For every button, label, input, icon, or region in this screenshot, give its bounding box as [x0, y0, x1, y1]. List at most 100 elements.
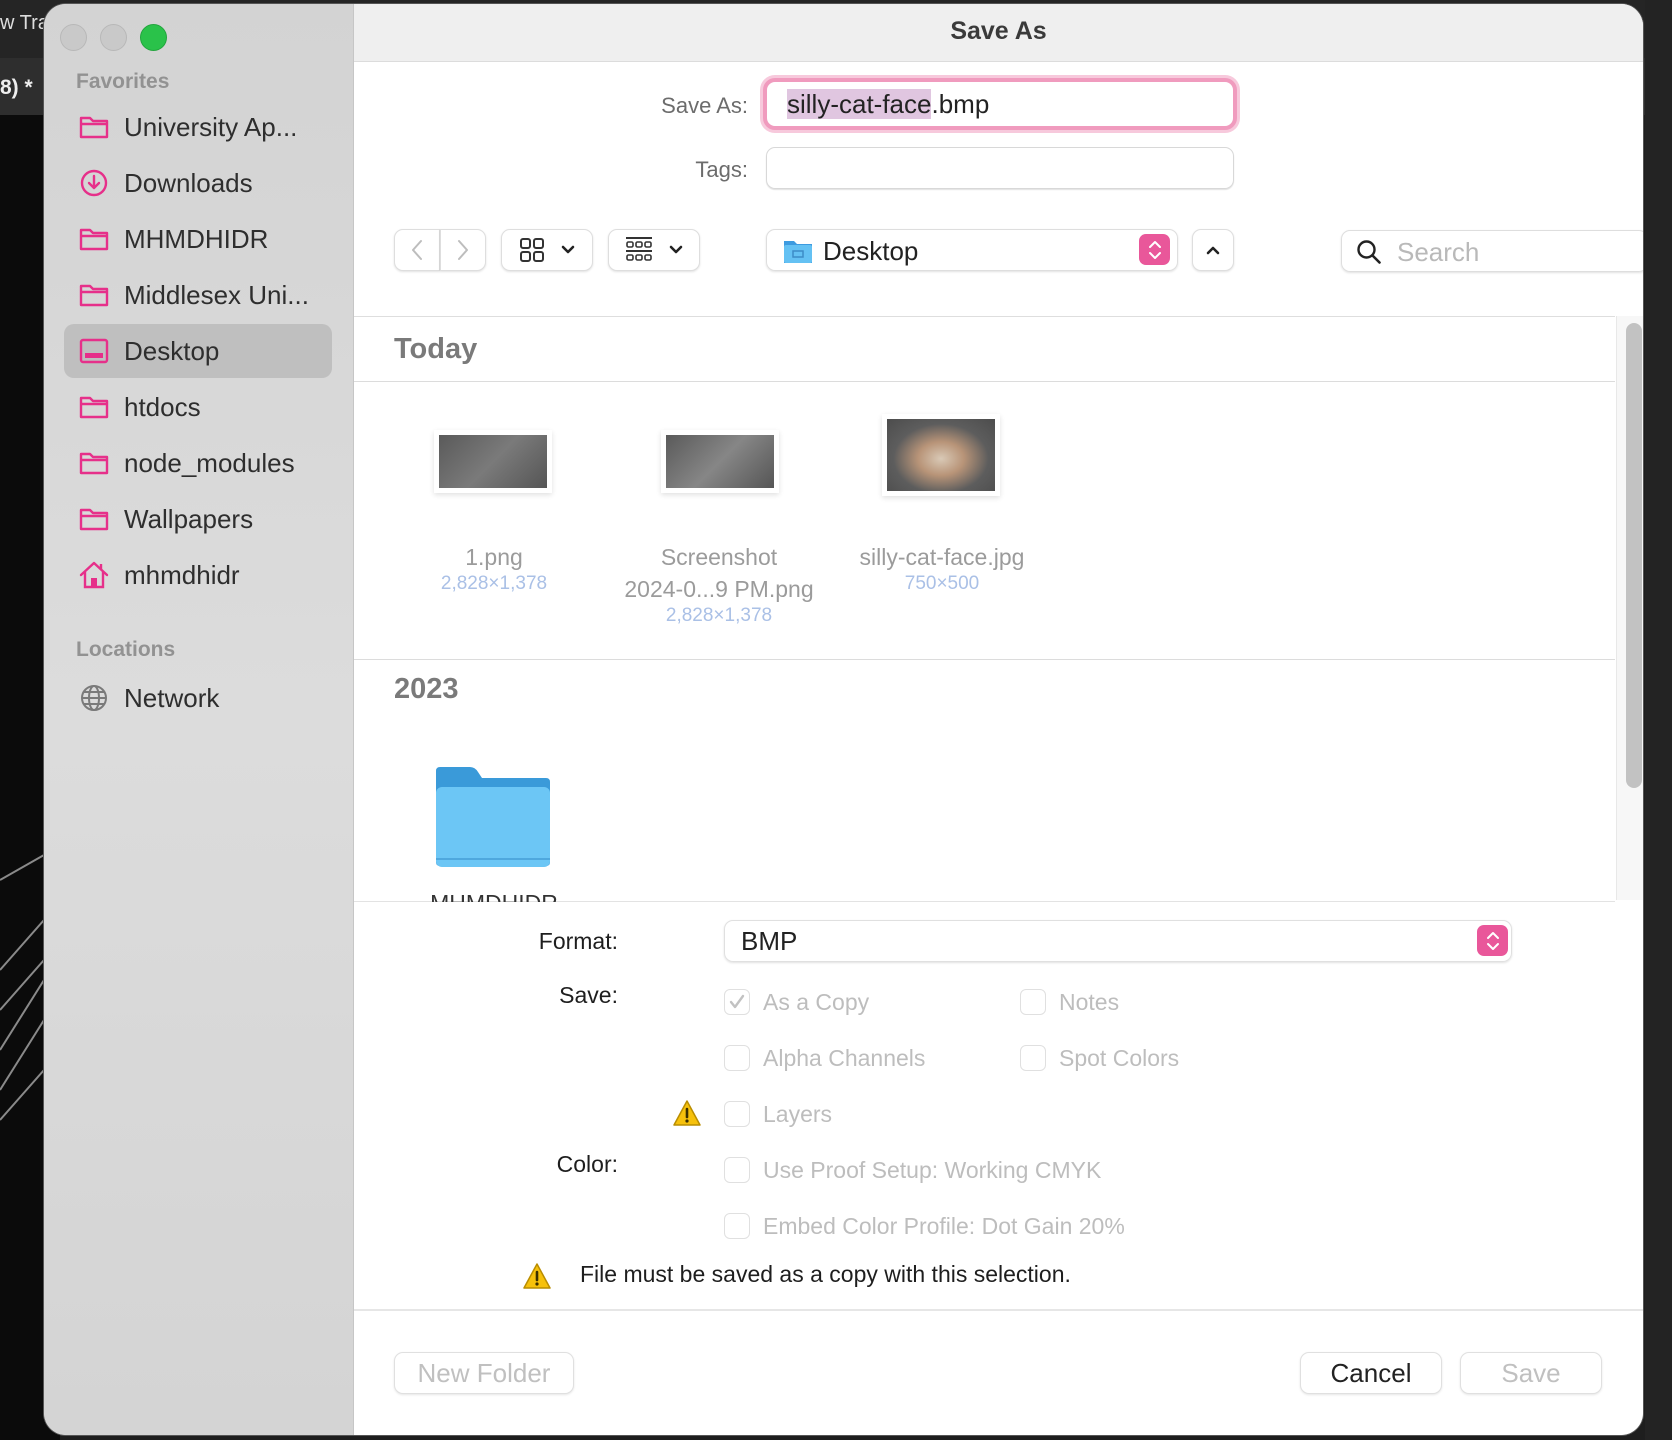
use-proof-setup-checkbox[interactable] — [724, 1157, 750, 1183]
file-thumbnail — [666, 435, 774, 488]
sidebar-item-home[interactable]: mhmdhidr — [64, 548, 332, 602]
notes-label: Notes — [1059, 989, 1120, 1015]
sidebar-item-htdocs[interactable]: htdocs — [64, 380, 332, 434]
section-heading-today: Today — [394, 333, 478, 365]
file-name-line2: 2024-0...9 PM.png — [624, 576, 814, 602]
as-a-copy-checkbox[interactable] — [724, 989, 750, 1015]
alpha-channels-checkbox[interactable] — [724, 1045, 750, 1071]
folder-icon — [78, 391, 110, 423]
chevron-down-icon — [561, 245, 575, 254]
back-button[interactable] — [394, 229, 440, 271]
globe-icon — [78, 682, 110, 714]
folder-icon — [78, 223, 110, 255]
sidebar-item-middlesex[interactable]: Middlesex Uni... — [64, 268, 332, 322]
spot-colors-checkbox[interactable] — [1020, 1045, 1046, 1071]
format-label: Format: — [538, 928, 618, 954]
file-list-scrollbar[interactable] — [1616, 316, 1643, 900]
notes-checkbox[interactable] — [1020, 989, 1046, 1015]
layers-label: Layers — [763, 1101, 833, 1127]
save-button[interactable]: Save — [1460, 1352, 1602, 1394]
format-stepper — [1477, 925, 1508, 956]
view-mode-button[interactable] — [501, 229, 593, 271]
section-divider — [354, 381, 1615, 382]
group-by-button[interactable] — [608, 229, 700, 271]
warning-message: File must be saved as a copy with this s… — [580, 1261, 1071, 1287]
location-stepper — [1139, 234, 1170, 265]
background-right-edge — [1645, 0, 1672, 1440]
file-dimensions: 2,828×1,378 — [440, 573, 548, 594]
file-browser: Today 1.png 2,828×1,378 Screenshot 2024-… — [354, 316, 1615, 902]
filename-input[interactable]: silly-cat-face.bmp — [763, 78, 1237, 130]
grid-view-icon — [520, 238, 544, 262]
file-name: MHMDHIDR — [379, 887, 609, 902]
forward-button[interactable] — [440, 229, 486, 271]
file-thumbnail — [439, 435, 547, 488]
cancel-button[interactable]: Cancel — [1300, 1352, 1442, 1394]
download-icon — [78, 167, 110, 199]
locations-heading: Locations — [76, 638, 176, 661]
background-app-title: w Tra — [0, 12, 49, 34]
file-name-line1: Screenshot — [660, 544, 778, 570]
file-name: silly-cat-face.jpg — [859, 544, 1025, 570]
sidebar-item-label: Middlesex Uni... — [124, 279, 309, 310]
sidebar-item-wallpapers[interactable]: Wallpapers — [64, 492, 332, 546]
up-down-chevron-icon — [1148, 240, 1161, 259]
minimize-button[interactable] — [100, 24, 127, 51]
file-item-silly-cat-face[interactable]: silly-cat-face.jpg 750×500 — [827, 397, 1057, 597]
chevron-up-icon — [1206, 246, 1220, 255]
location-label: Desktop — [823, 236, 919, 266]
close-button[interactable] — [60, 24, 87, 51]
desktop-icon — [78, 335, 110, 367]
search-icon — [1357, 240, 1381, 264]
sidebar-item-label: node_modules — [124, 447, 295, 478]
alpha-channels-label: Alpha Channels — [763, 1045, 926, 1071]
format-value: BMP — [741, 926, 798, 956]
background-doc-tab: 8) * — [0, 76, 33, 99]
up-down-chevron-icon — [1486, 931, 1499, 950]
sidebar-item-university[interactable]: University Ap... — [64, 100, 332, 154]
file-dimensions: 750×500 — [904, 573, 980, 594]
sidebar-item-node-modules[interactable]: node_modules — [64, 436, 332, 490]
folder-icon — [78, 279, 110, 311]
home-icon — [78, 559, 110, 591]
file-thumbnail — [887, 419, 995, 491]
sidebar-item-label: MHMDHIDR — [124, 223, 269, 254]
embed-color-profile-checkbox[interactable] — [724, 1213, 750, 1239]
scrollbar-thumb[interactable] — [1626, 323, 1642, 788]
footer-divider — [354, 1309, 1643, 1311]
sidebar: Favorites University Ap... Downloads MHM… — [44, 4, 354, 1435]
location-popup[interactable]: Desktop — [766, 229, 1178, 271]
sidebar-item-network[interactable]: Network — [64, 671, 332, 725]
sidebar-item-label: University Ap... — [124, 111, 298, 142]
checkmark-icon — [729, 994, 745, 1009]
tags-label: Tags: — [695, 157, 748, 182]
save-as-label: Save As: — [661, 93, 748, 118]
folder-item-mhmdhidr[interactable]: MHMDHIDR — [379, 757, 609, 902]
zoom-button[interactable] — [140, 24, 167, 51]
layers-checkbox[interactable] — [724, 1101, 750, 1127]
tags-input[interactable] — [766, 147, 1234, 189]
section-heading-2023: 2023 — [394, 673, 459, 705]
sidebar-item-mhmdhidr-folder[interactable]: MHMDHIDR — [64, 212, 332, 266]
file-item-1-png[interactable]: 1.png 2,828×1,378 — [379, 397, 609, 597]
search-input[interactable]: Search — [1341, 230, 1643, 272]
warning-icon — [673, 1100, 701, 1126]
filename-selected-text: silly-cat-face — [787, 89, 932, 119]
desktop-folder-icon — [784, 241, 812, 263]
color-options-label: Color: — [556, 1151, 618, 1177]
new-folder-button[interactable]: New Folder — [394, 1352, 574, 1394]
title-bar: Save As — [354, 4, 1643, 62]
sidebar-item-desktop[interactable]: Desktop — [64, 324, 332, 378]
save-as-dialog: Favorites University Ap... Downloads MHM… — [44, 4, 1643, 1435]
file-name: 1.png — [465, 544, 523, 570]
folder-icon — [78, 111, 110, 143]
file-item-screenshot[interactable]: Screenshot 2024-0...9 PM.png 2,828×1,378 — [594, 397, 844, 627]
sidebar-item-label: Network — [124, 682, 220, 713]
section-divider — [354, 659, 1615, 660]
filename-extension: .bmp — [931, 89, 990, 119]
expand-collapse-button[interactable] — [1192, 229, 1234, 271]
format-popup[interactable]: BMP — [724, 920, 1512, 962]
main-panel: Save As Save As: silly-cat-face.bmp Tags… — [354, 4, 1643, 1435]
sidebar-item-downloads[interactable]: Downloads — [64, 156, 332, 210]
forward-icon — [458, 240, 468, 260]
